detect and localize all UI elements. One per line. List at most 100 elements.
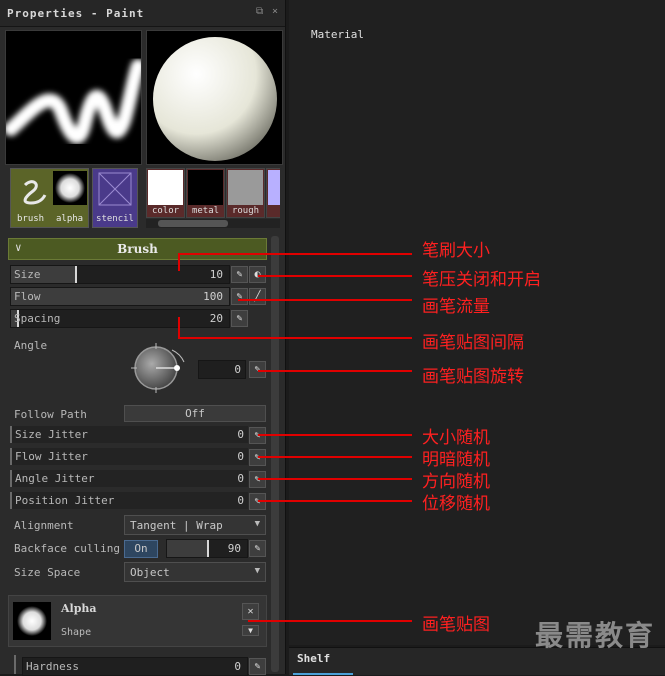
- hardness-label: Hardness: [26, 660, 79, 673]
- backface-angle-value: 90: [227, 542, 241, 555]
- flow-label: Flow: [14, 290, 41, 303]
- alpha-menu-chevron-icon[interactable]: ▼: [242, 625, 259, 636]
- watermark: 最需教育: [534, 619, 655, 652]
- size-space-label: Size Space: [14, 566, 81, 579]
- hardness-edit-icon[interactable]: ✎: [249, 658, 266, 675]
- brush-stroke-image: [4, 59, 145, 144]
- angle-dial[interactable]: [128, 340, 190, 398]
- annotation-line-flow-jitter: [258, 456, 412, 458]
- alpha-section-subtitle: Shape: [61, 627, 92, 638]
- stencil-empty-icon: [98, 172, 132, 206]
- sphere-image: [153, 37, 277, 161]
- alpha-section-title: Alpha: [61, 602, 97, 615]
- shelf-tab[interactable]: Shelf: [293, 648, 353, 675]
- size-label: Size: [14, 268, 41, 281]
- channel-color-swatch: [148, 170, 183, 205]
- annotation-line-pressure: [258, 275, 412, 277]
- panel-scrollbar[interactable]: [270, 236, 280, 674]
- material-label: Material: [311, 28, 364, 41]
- viewport-area: [289, 0, 665, 645]
- follow-path-toggle[interactable]: Off: [124, 405, 266, 422]
- angle-field[interactable]: 0: [198, 360, 246, 379]
- brush-alpha-tile[interactable]: brush alpha: [10, 168, 89, 228]
- alignment-dropdown[interactable]: Tangent | Wrap ▼: [124, 515, 266, 535]
- follow-path-label: Follow Path: [14, 408, 87, 421]
- annotation-tick-spacing: [178, 317, 180, 337]
- size-slider[interactable]: Size 10: [10, 265, 230, 284]
- channel-normal-label: n: [267, 206, 280, 216]
- hardness-value: 0: [234, 660, 241, 673]
- backface-edit-icon[interactable]: ✎: [249, 540, 266, 557]
- channel-scrollbar[interactable]: [146, 219, 280, 228]
- annotation-brush-size: 笔刷大小: [422, 241, 490, 261]
- channel-normal-swatch: [268, 170, 280, 205]
- brush-section-header[interactable]: ∨ Brush: [8, 238, 267, 260]
- backface-angle-handle[interactable]: [207, 540, 209, 557]
- hardness-indent-bar: [14, 655, 16, 674]
- channel-rough-swatch: [228, 170, 263, 205]
- annotation-spacing: 画笔贴图间隔: [422, 333, 524, 353]
- annotation-tick-brush-size: [178, 253, 180, 271]
- position-jitter-value: 0: [237, 494, 244, 507]
- flow-slider[interactable]: Flow 100: [10, 287, 230, 306]
- size-jitter-slider[interactable]: Size Jitter 0: [10, 426, 248, 443]
- annotation-line-position-jitter: [258, 500, 412, 502]
- spacing-label: Spacing: [14, 312, 61, 325]
- channel-rough-label: rough: [231, 206, 260, 216]
- position-jitter-label: Position Jitter: [15, 494, 115, 507]
- angle-jitter-value: 0: [237, 472, 244, 485]
- flow-jitter-slider[interactable]: Flow Jitter 0: [10, 448, 248, 465]
- annotation-line-rotation: [258, 370, 412, 372]
- hardness-slider[interactable]: Hardness 0: [22, 657, 248, 676]
- backface-angle-fill: [167, 540, 207, 557]
- annotation-line-spacing: [178, 337, 412, 339]
- brush-tip-icon: [23, 180, 47, 205]
- alpha-remove-icon[interactable]: ✕: [242, 603, 259, 620]
- flow-pen-pressure-icon[interactable]: ✎: [231, 288, 248, 305]
- channel-rough[interactable]: rough: [226, 168, 265, 218]
- stencil-tile-label: stencil: [96, 214, 134, 224]
- annotation-line-angle-jitter: [258, 478, 412, 480]
- alpha-dot-icon: [55, 173, 85, 203]
- spacing-value: 20: [209, 312, 223, 325]
- spacing-edit-icon[interactable]: ✎: [231, 310, 248, 327]
- channel-strip: color metal rough n: [146, 168, 280, 218]
- position-jitter-slider[interactable]: Position Jitter 0: [10, 492, 248, 509]
- flow-pressure-toggle-icon[interactable]: ╱: [249, 288, 266, 305]
- channel-metal-label: metal: [191, 206, 220, 216]
- close-icon[interactable]: ×: [272, 6, 278, 17]
- channel-normal[interactable]: n: [266, 168, 280, 218]
- backface-culling-toggle[interactable]: On: [124, 540, 158, 558]
- float-icon[interactable]: ⧉: [256, 6, 263, 17]
- alpha-section: Alpha Shape ✕ ▼: [8, 595, 267, 647]
- annotation-line-flow: [238, 299, 412, 301]
- stencil-tile[interactable]: stencil: [92, 168, 138, 228]
- flow-jitter-label: Flow Jitter: [15, 450, 88, 463]
- size-space-dropdown[interactable]: Object ▼: [124, 562, 266, 582]
- chevron-down-icon: ▼: [254, 566, 260, 576]
- annotation-alpha: 画笔贴图: [422, 615, 490, 635]
- channel-scroll-thumb[interactable]: [158, 220, 228, 227]
- alpha-preview-dot: [17, 606, 47, 636]
- channel-color[interactable]: color: [146, 168, 185, 218]
- size-value: 10: [209, 268, 223, 281]
- spacing-slider[interactable]: Spacing 20: [10, 309, 230, 328]
- panel-titlebar: Properties - Paint ⧉ ×: [0, 0, 285, 27]
- angle-jitter-slider[interactable]: Angle Jitter 0: [10, 470, 248, 487]
- backface-angle-slider[interactable]: 90: [166, 539, 248, 558]
- annotation-rotation: 画笔贴图旋转: [422, 367, 524, 387]
- backface-culling-label: Backface culling: [14, 542, 120, 555]
- angle-jitter-label: Angle Jitter: [15, 472, 95, 485]
- size-space-value: Object: [130, 566, 170, 579]
- angle-value: 0: [234, 363, 241, 376]
- brush-tile-label: brush: [17, 214, 45, 224]
- size-pen-pressure-icon[interactable]: ✎: [231, 266, 248, 283]
- panel-title: Properties - Paint: [7, 7, 145, 20]
- flow-value: 100: [203, 290, 223, 303]
- size-slider-handle[interactable]: [75, 266, 77, 283]
- annotation-pressure: 笔压关闭和开启: [422, 270, 541, 290]
- shelf-tab-label: Shelf: [297, 652, 331, 665]
- alpha-preview-thumbnail[interactable]: [13, 602, 51, 640]
- panel-scroll-thumb[interactable]: [271, 236, 279, 672]
- channel-metal[interactable]: metal: [186, 168, 225, 218]
